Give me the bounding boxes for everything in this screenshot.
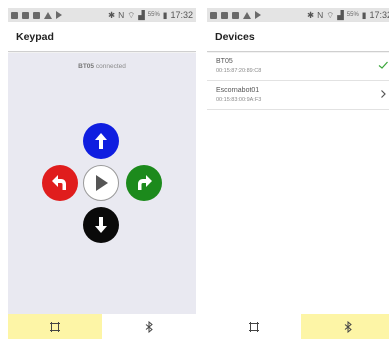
- page-title: Keypad: [16, 31, 54, 43]
- tab-keypad[interactable]: [207, 314, 301, 339]
- device-list: BT05 00:15:87:20:89:C8 Escornabot01 00:1…: [207, 53, 389, 314]
- check-icon: [378, 61, 388, 69]
- backward-button[interactable]: [83, 207, 119, 243]
- device-name: BT05: [216, 58, 233, 65]
- gallery-icon: [210, 11, 217, 19]
- battery-percent: 55%: [346, 12, 359, 18]
- chevron-right-icon: [381, 90, 386, 98]
- bottom-navigation: [207, 314, 389, 339]
- page-title: Devices: [215, 31, 255, 43]
- turn-left-icon: [52, 175, 66, 190]
- gallery-icon: [11, 11, 18, 19]
- tab-bluetooth[interactable]: [301, 314, 389, 339]
- device-row-escornabot01[interactable]: Escornabot01 00:15:83:00:9A:F3: [207, 82, 389, 110]
- keypad-icon: [50, 321, 60, 332]
- clock: 17:32: [369, 10, 389, 20]
- device-row-bt05[interactable]: BT05 00:15:87:20:89:C8: [207, 53, 389, 81]
- turn-right-icon: [138, 175, 152, 190]
- connection-status: BT05 connected: [8, 63, 196, 70]
- image-icon: [33, 11, 40, 19]
- play-store-icon: [255, 11, 261, 19]
- play-button[interactable]: [83, 165, 119, 201]
- bluetooth-icon: [145, 320, 153, 333]
- signal-icon: ▟: [138, 9, 145, 20]
- battery-icon: ▮: [361, 9, 367, 20]
- wrench-icon: [221, 11, 228, 19]
- connection-status-text: connected: [95, 63, 126, 70]
- signal-icon: ▟: [337, 9, 344, 20]
- tab-bluetooth[interactable]: [102, 314, 196, 339]
- warning-icon: [243, 11, 251, 19]
- keypad-area: BT05 connected: [8, 53, 196, 314]
- device-name: Escornabot01: [216, 87, 260, 94]
- app-bar: Keypad: [8, 22, 196, 52]
- clock: 17:32: [170, 10, 193, 20]
- app-bar: Devices: [207, 22, 389, 52]
- status-bar: ✱ N ⌔ ▟ 55% ▮ 17:32: [8, 8, 196, 22]
- device-mac: 00:15:87:20:89:C8: [216, 68, 262, 74]
- wrench-icon: [22, 11, 29, 19]
- image-icon: [232, 11, 239, 19]
- nfc-icon: N: [317, 10, 324, 20]
- arrow-up-icon: [95, 133, 107, 149]
- wifi-icon: ⌔: [127, 9, 136, 20]
- forward-button[interactable]: [83, 123, 119, 159]
- battery-icon: ▮: [162, 9, 168, 20]
- bluetooth-icon: [344, 320, 352, 333]
- bottom-navigation: [8, 314, 196, 339]
- turn-left-button[interactable]: [42, 165, 78, 201]
- keypad-icon: [249, 321, 259, 332]
- arrow-down-icon: [95, 217, 107, 233]
- bluetooth-status-icon: ✱: [107, 9, 116, 20]
- nfc-icon: N: [118, 10, 125, 20]
- keypad-screen: ✱ N ⌔ ▟ 55% ▮ 17:32 Keypad BT05 connecte…: [8, 8, 196, 339]
- wifi-icon: ⌔: [326, 9, 335, 20]
- tab-keypad[interactable]: [8, 314, 102, 339]
- connected-device-name: BT05: [78, 63, 95, 70]
- status-bar: ✱ N ⌔ ▟ 55% ▮ 17:32: [207, 8, 389, 22]
- bluetooth-status-icon: ✱: [306, 9, 315, 20]
- device-mac: 00:15:83:00:9A:F3: [216, 97, 262, 103]
- play-store-icon: [56, 11, 62, 19]
- turn-right-button[interactable]: [126, 165, 162, 201]
- play-icon: [96, 175, 108, 191]
- devices-screen: ✱ N ⌔ ▟ 55% ▮ 17:32 Devices BT05 00:15:8…: [207, 8, 389, 339]
- warning-icon: [44, 11, 52, 19]
- battery-percent: 55%: [147, 12, 160, 18]
